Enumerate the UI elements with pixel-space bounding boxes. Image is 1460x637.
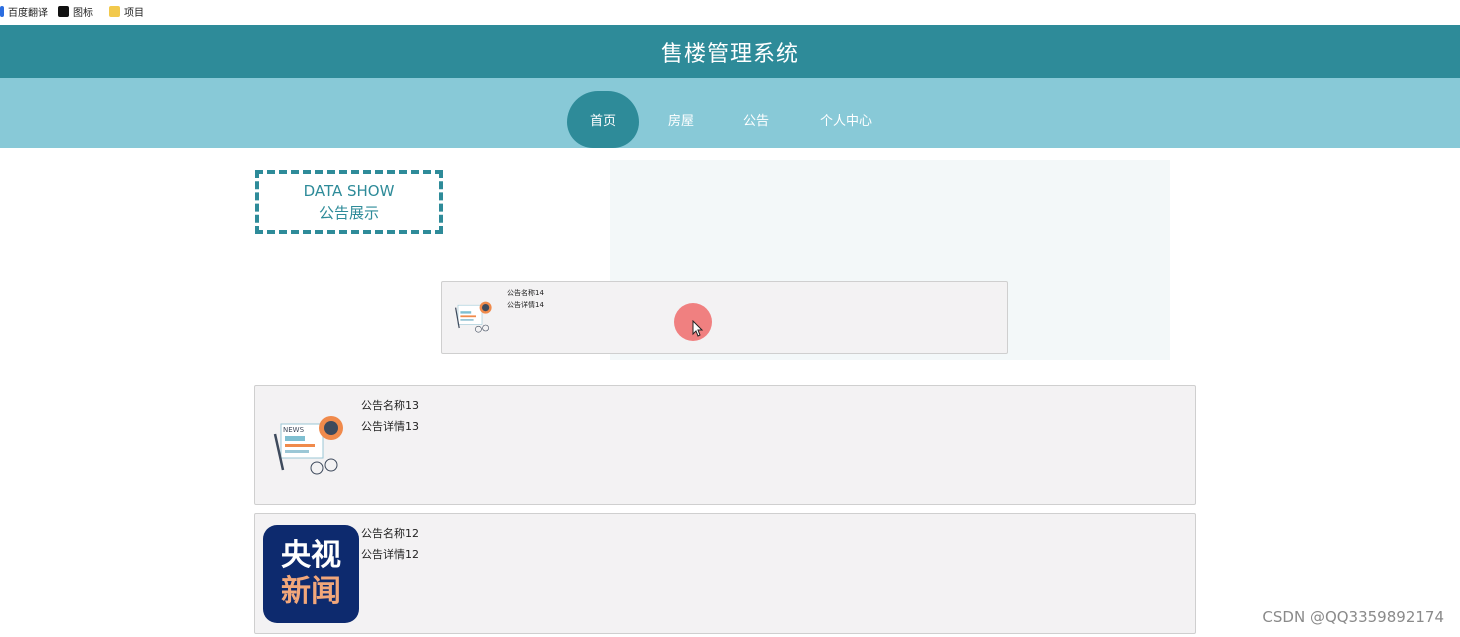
notice-card[interactable]: 央视 新闻 公告名称12 公告详情12 — [254, 513, 1196, 634]
csdn-watermark: CSDN @QQ3359892174 — [1262, 608, 1444, 626]
nav-item-label: 公告 — [742, 114, 769, 129]
nav-item-profile[interactable]: 个人中心 — [810, 91, 882, 148]
svg-text:NEWS: NEWS — [283, 426, 305, 434]
nav-item-home[interactable]: 首页 — [567, 91, 639, 148]
bookmark-label: 百度翻译 — [8, 7, 48, 19]
site-title: 售楼管理系统 — [660, 41, 799, 67]
notice-card[interactable]: 公告名称14 公告详情14 — [441, 281, 1008, 354]
notice-detail: 公告详情14 — [507, 301, 544, 309]
bookmark-label: 图标 — [73, 7, 93, 19]
nav-item-houses[interactable]: 房屋 — [655, 91, 707, 148]
news-illustration-icon: NEWS — [273, 416, 343, 475]
section-title-cn: 公告展示 — [318, 204, 379, 222]
cctv-news-logo: 央视 新闻 — [263, 525, 359, 623]
notice-name: 公告名称12 — [361, 527, 419, 540]
section-title-box: DATA SHOW 公告展示 — [255, 170, 443, 234]
bookmark-project[interactable]: 项目 — [109, 4, 144, 19]
site-header: 售楼管理系统 — [0, 25, 1460, 78]
logo-text-line1: 央视 — [281, 538, 341, 573]
bookmark-icons[interactable]: 图标 — [58, 4, 93, 19]
notice-detail: 公告详情13 — [361, 420, 419, 433]
icons-site-icon — [58, 5, 69, 17]
news-illustration-icon — [455, 301, 492, 333]
nav-item-label: 首页 — [589, 114, 616, 129]
mouse-pointer-icon — [692, 320, 704, 337]
nav-item-notices[interactable]: 公告 — [730, 91, 782, 148]
notice-card[interactable]: NEWS 公告名称13 公告详情13 — [254, 385, 1196, 505]
notice-name: 公告名称13 — [361, 399, 419, 412]
bookmark-label: 项目 — [124, 7, 144, 19]
nav-item-label: 个人中心 — [819, 114, 872, 129]
folder-icon — [109, 5, 120, 17]
logo-text-line2: 新闻 — [281, 574, 341, 609]
main-nav: 首页 房屋 公告 个人中心 — [0, 78, 1460, 148]
translate-icon — [0, 5, 4, 17]
section-title-en: DATA SHOW — [303, 182, 395, 200]
bookmarks-bar: 百度翻译 图标 项目 — [0, 0, 1460, 24]
bookmark-baidu-translate[interactable]: 百度翻译 — [0, 4, 48, 19]
nav-item-label: 房屋 — [667, 114, 694, 129]
notice-detail: 公告详情12 — [361, 548, 419, 561]
notice-name: 公告名称14 — [507, 289, 544, 297]
